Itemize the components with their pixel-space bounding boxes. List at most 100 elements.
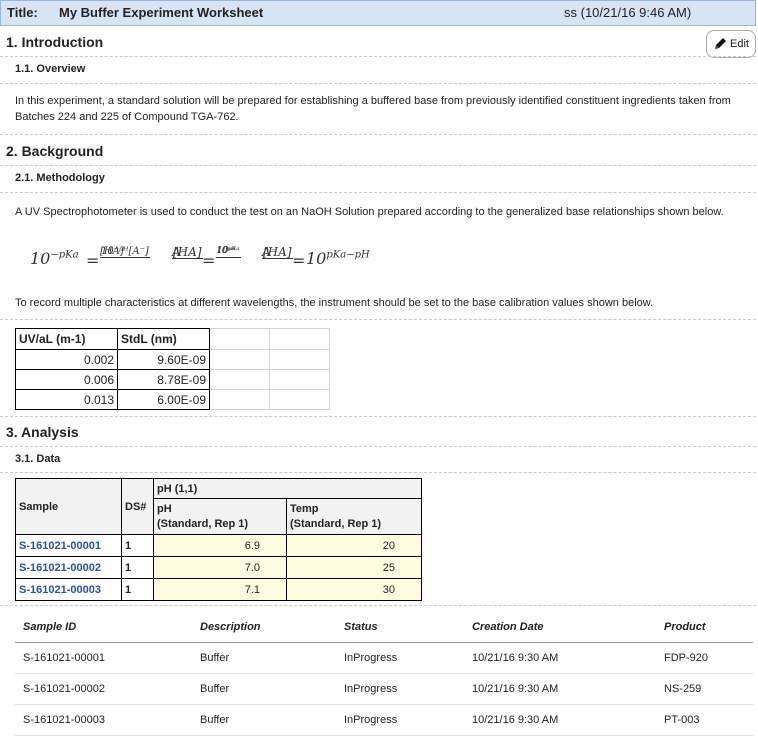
divider — [0, 472, 756, 473]
eq2-equals: = — [202, 251, 216, 270]
uv-cell[interactable]: 0.013 — [15, 389, 118, 410]
worksheet-title: My Buffer Experiment Worksheet — [59, 5, 264, 20]
empty-cell[interactable] — [209, 349, 270, 370]
divider — [0, 192, 756, 193]
edit-button-label: Edit — [730, 38, 749, 50]
title-label: Title: — [7, 5, 38, 20]
grid-cell-creation-date: 10/21/16 9:30 AM — [471, 704, 663, 736]
eq3-equals: = — [292, 251, 306, 270]
grid-row[interactable]: S-161021-00002 Buffer InProgress 10/21/1… — [15, 673, 753, 705]
calibration-table: UV/aL (m-1) StdL (nm) 0.002 9.60E-09 0.0… — [15, 328, 330, 410]
table-row: S-161021-00002 1 7.0 25 — [15, 556, 422, 579]
sample-grid: Sample ID Description Status Creation Da… — [15, 612, 753, 736]
divider — [0, 319, 756, 320]
eq3-rhs-exponent: pKa−pH — [326, 249, 370, 261]
grid-cell-sample-id: S-161021-00003 — [15, 704, 199, 736]
subsection-overview-heading: 1.1. Overview — [15, 63, 86, 75]
eq2-right-denominator: 10ᵖᴴ — [216, 246, 236, 256]
divider — [0, 605, 756, 606]
ds-cell: 1 — [121, 556, 154, 579]
empty-cell[interactable] — [209, 369, 270, 390]
stdl-cell[interactable]: 8.78E-09 — [117, 369, 210, 390]
table-header-row: UV/aL (m-1) StdL (nm) — [15, 328, 330, 350]
grid-header-creation-date[interactable]: Creation Date — [471, 612, 663, 643]
grid-row[interactable]: S-161021-00003 Buffer InProgress 10/21/1… — [15, 704, 753, 736]
eq3-denominator: A⁻ — [262, 245, 277, 259]
grid-cell-description: Buffer — [199, 673, 343, 705]
divider — [0, 416, 756, 417]
grid-cell-sample-id: S-161021-00001 — [15, 642, 199, 674]
table-row: S-161021-00001 1 6.9 20 — [15, 534, 422, 557]
empty-cell[interactable] — [269, 369, 330, 390]
temp-input-cell[interactable]: 30 — [286, 578, 422, 601]
subsection-methodology-heading: 2.1. Methodology — [15, 172, 105, 184]
empty-cell[interactable] — [209, 328, 270, 350]
grid-header-description[interactable]: Description — [199, 612, 343, 643]
grid-cell-sample-id: S-161021-00002 — [15, 673, 199, 705]
table-row: 0.006 8.78E-09 — [15, 369, 330, 390]
temp-header-sub: (Standard, Rep 1) — [290, 517, 382, 530]
ds-cell: 1 — [121, 534, 154, 557]
grid-cell-product: PT-003 — [663, 704, 753, 736]
table-header-row: Sample DS# pH (1,1) — [15, 478, 422, 535]
grid-cell-status: InProgress — [343, 673, 471, 705]
grid-header-sample-id[interactable]: Sample ID — [15, 612, 199, 643]
subsection-data-heading: 3.1. Data — [15, 453, 61, 465]
temp-input-cell[interactable]: 25 — [286, 556, 422, 579]
ph-header-label: pH — [157, 502, 172, 515]
empty-cell[interactable] — [269, 349, 330, 370]
grid-cell-creation-date: 10/21/16 9:30 AM — [471, 673, 663, 705]
table-row: S-161021-00003 1 7.1 30 — [15, 578, 422, 601]
eq1-equals: = — [86, 251, 100, 270]
author-timestamp: ss (10/21/16 9:46 AM) — [564, 5, 692, 20]
column-header: StdL (nm) — [117, 328, 210, 350]
grid-cell-product: NS-259 — [663, 673, 753, 705]
empty-cell[interactable] — [269, 328, 330, 350]
divider — [0, 165, 756, 166]
grid-cell-status: InProgress — [343, 642, 471, 674]
eq1-lhs-exponent: −pKa — [50, 249, 79, 261]
divider — [0, 134, 756, 135]
table-row: 0.002 9.60E-09 — [15, 349, 330, 370]
divider — [0, 446, 756, 447]
grid-row[interactable]: S-161021-00001 Buffer InProgress 10/21/1… — [15, 642, 753, 674]
section-analysis-heading: 3. Analysis — [6, 424, 79, 440]
temp-header-label: Temp — [290, 502, 319, 515]
grid-cell-creation-date: 10/21/16 9:30 AM — [471, 642, 663, 674]
methodology-text: A UV Spectrophotometer is used to conduc… — [15, 206, 724, 218]
grid-cell-product: FDP-920 — [663, 642, 753, 674]
divider — [0, 83, 756, 84]
table-row: 0.013 6.00E-09 — [15, 389, 330, 410]
eq1-lhs: 10 — [30, 249, 51, 268]
eq3-rhs: 10 — [306, 249, 327, 268]
ph-input-cell[interactable]: 6.9 — [153, 534, 287, 557]
ph-input-cell[interactable]: 7.0 — [153, 556, 287, 579]
sample-link[interactable]: S-161021-00002 — [15, 556, 122, 579]
empty-cell[interactable] — [209, 389, 270, 410]
title-bar: Title: My Buffer Experiment Worksheet ss… — [0, 0, 756, 26]
uv-cell[interactable]: 0.002 — [15, 349, 118, 370]
ds-cell: 1 — [121, 578, 154, 601]
edit-button[interactable]: Edit — [706, 30, 756, 58]
eq1-denominator: [HA] — [100, 246, 124, 257]
data-table: Sample DS# pH (1,1) pH (Standard, Rep 1) … — [15, 478, 422, 601]
grid-header-row: Sample ID Description Status Creation Da… — [15, 612, 753, 643]
stdl-cell[interactable]: 6.00E-09 — [117, 389, 210, 410]
grid-cell-description: Buffer — [199, 642, 343, 674]
sample-link[interactable]: S-161021-00001 — [15, 534, 122, 557]
ph-input-cell[interactable]: 7.1 — [153, 578, 287, 601]
column-header-sample: Sample — [15, 478, 122, 535]
temp-input-cell[interactable]: 20 — [286, 534, 422, 557]
empty-cell[interactable] — [269, 389, 330, 410]
stdl-cell[interactable]: 9.60E-09 — [117, 349, 210, 370]
grid-cell-status: InProgress — [343, 704, 471, 736]
ph-header-sub: (Standard, Rep 1) — [157, 517, 249, 530]
column-header-ds: DS# — [121, 478, 154, 535]
grid-header-product[interactable]: Product — [663, 612, 753, 643]
grid-header-status[interactable]: Status — [343, 612, 471, 643]
sample-link[interactable]: S-161021-00003 — [15, 578, 122, 601]
uv-cell[interactable]: 0.006 — [15, 369, 118, 390]
calibration-text: To record multiple characteristics at di… — [15, 297, 654, 309]
column-header-ph: pH (Standard, Rep 1) — [153, 498, 287, 535]
eq2-denominator: A⁻ — [172, 245, 187, 259]
